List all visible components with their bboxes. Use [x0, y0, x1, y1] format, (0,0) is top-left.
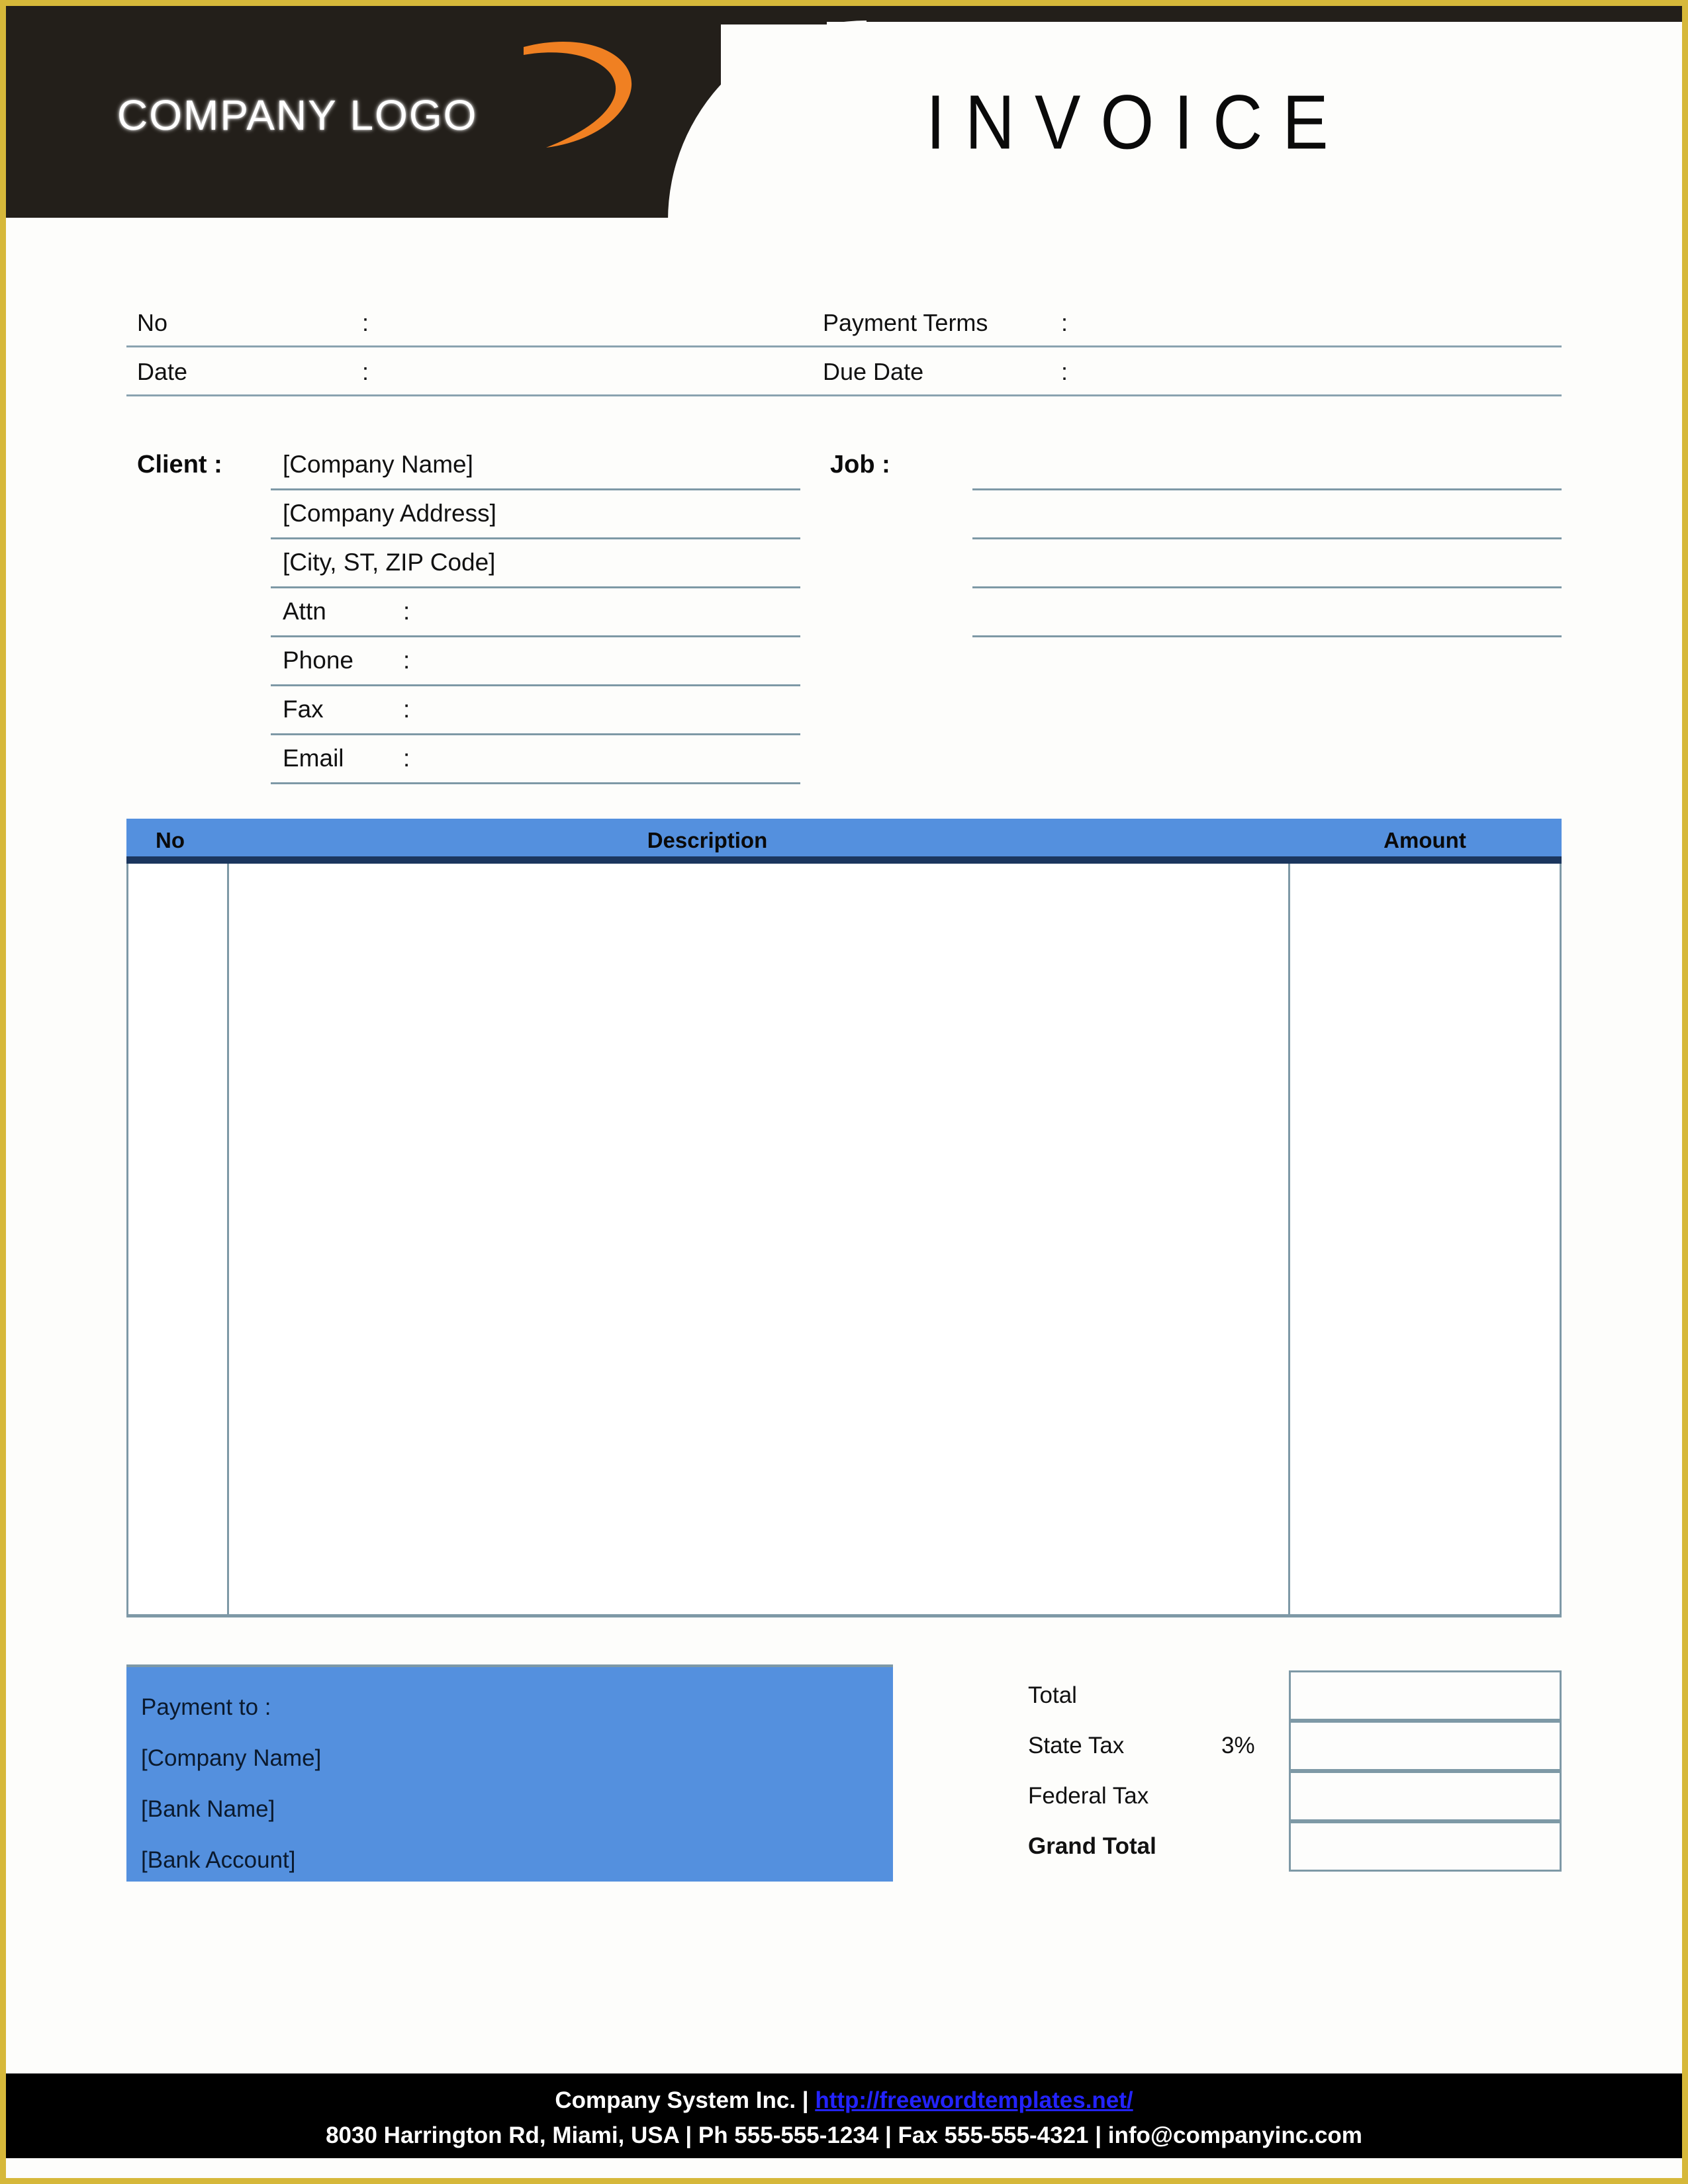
meta-colon-due-date: : [1061, 358, 1068, 385]
invoice-page: COMPANY LOGO INVOICE No : Payment Terms … [0, 0, 1688, 2184]
client-city-state-zip-value: [City, ST, ZIP Code] [283, 549, 496, 576]
page-title: INVOICE [926, 79, 1348, 166]
line-items-table: No Description Amount [126, 819, 1562, 1625]
client-phone-label: Phone [283, 647, 353, 674]
payment-bank-name: [Bank Name] [141, 1796, 275, 1822]
totals-label-state-tax: State Tax [1028, 1733, 1125, 1758]
footer-line-contact: 8030 Harrington Rd, Miami, USA | Ph 555-… [326, 2122, 1362, 2148]
totals-label-grand-total: Grand Total [1028, 1833, 1156, 1859]
meta-label-due-date: Due Date [823, 358, 924, 385]
client-field-attn[interactable]: Attn : [271, 590, 800, 637]
totals-pct-state-tax: 3% [1221, 1733, 1255, 1758]
client-company-address-value: [Company Address] [283, 500, 496, 527]
client-fax-colon: : [403, 696, 410, 723]
totals-section: Total State Tax 3% Federal Tax Grand Tot… [1025, 1670, 1562, 1872]
payment-company-name: [Company Name] [141, 1745, 322, 1771]
column-divider-description-amount [1288, 864, 1290, 1614]
logo-curve-fill [681, 6, 827, 24]
client-email-colon: : [403, 745, 410, 772]
client-field-city-state-zip[interactable]: [City, ST, ZIP Code] [271, 541, 800, 588]
company-logo-block: COMPANY LOGO [6, 6, 721, 218]
logo-swoosh-icon [524, 42, 632, 148]
totals-label-total: Total [1028, 1682, 1077, 1708]
meta-label-date: Date [137, 358, 188, 385]
totals-row-state-tax: State Tax 3% [1025, 1721, 1562, 1771]
job-line-4[interactable] [972, 590, 1562, 637]
footer-company-name: Company System Inc. | [555, 2087, 816, 2113]
totals-label-federal-tax: Federal Tax [1028, 1783, 1149, 1809]
totals-value-state-tax[interactable] [1289, 1721, 1562, 1771]
column-header-amount: Amount [1383, 828, 1466, 852]
company-logo-text: COMPANY LOGO [117, 91, 478, 139]
meta-row-date-due-date: Date : Due Date : [126, 347, 1562, 396]
line-items-body[interactable] [126, 864, 1562, 1617]
client-attn-label: Attn [283, 598, 326, 625]
client-email-label: Email [283, 745, 344, 772]
meta-label-no: No [137, 309, 168, 336]
totals-value-total[interactable] [1289, 1670, 1562, 1721]
job-line-3[interactable] [972, 541, 1562, 588]
totals-value-grand-total[interactable] [1289, 1821, 1562, 1872]
totals-row-federal-tax: Federal Tax [1025, 1771, 1562, 1821]
payment-bank-account: [Bank Account] [141, 1847, 296, 1873]
meta-colon-date: : [362, 358, 369, 385]
footer-line-company: Company System Inc. | http://freewordtem… [6, 2083, 1682, 2118]
job-line-2[interactable] [972, 492, 1562, 539]
meta-row-no-payment-terms: No : Payment Terms : [126, 298, 1562, 347]
client-field-company-name[interactable]: [Company Name] [271, 443, 800, 490]
column-divider-no-description [227, 864, 229, 1614]
client-label: Client : [137, 451, 222, 478]
line-items-header-row: No Description Amount [126, 819, 1562, 864]
totals-value-federal-tax[interactable] [1289, 1771, 1562, 1821]
payment-to-box: Payment to : [Company Name] [Bank Name] … [126, 1664, 893, 1882]
meta-colon-no: : [362, 309, 369, 336]
client-field-company-address[interactable]: [Company Address] [271, 492, 800, 539]
job-line-1[interactable] [972, 443, 1562, 490]
meta-label-payment-terms: Payment Terms [823, 309, 988, 336]
column-header-description: Description [647, 828, 768, 852]
client-attn-colon: : [403, 598, 410, 625]
client-field-fax[interactable]: Fax : [271, 688, 800, 735]
meta-colon-payment-terms: : [1061, 309, 1068, 336]
totals-row-total: Total [1025, 1670, 1562, 1721]
job-label: Job : [830, 451, 890, 478]
page-footer: Company System Inc. | http://freewordtem… [6, 2073, 1682, 2158]
client-field-email[interactable]: Email : [271, 737, 800, 784]
client-phone-colon: : [403, 647, 410, 674]
totals-row-grand-total: Grand Total [1025, 1821, 1562, 1872]
footer-website-link[interactable]: http://freewordtemplates.net/ [815, 2087, 1133, 2113]
client-company-name-value: [Company Name] [283, 451, 473, 478]
client-field-phone[interactable]: Phone : [271, 639, 800, 686]
client-fax-label: Fax [283, 696, 324, 723]
payment-to-label: Payment to : [141, 1694, 271, 1720]
